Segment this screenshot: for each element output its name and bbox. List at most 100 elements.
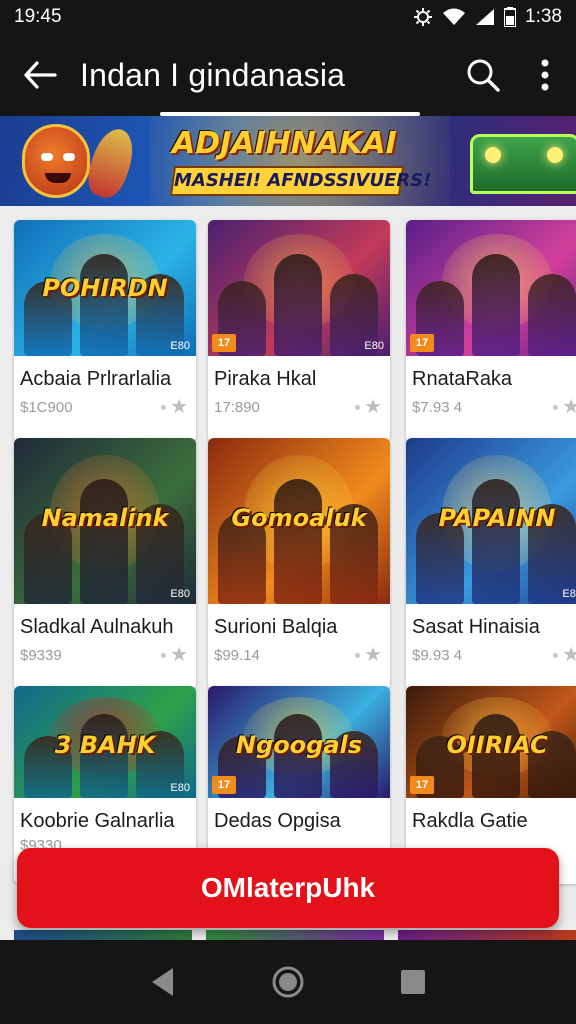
app-card-artwork: Ngoogals 17 <box>208 686 390 798</box>
app-card-title: Dedas Opgisa <box>214 810 341 832</box>
app-card-price: $9.93 4 <box>412 646 463 664</box>
mascot-image <box>22 124 90 198</box>
nav-home-button[interactable] <box>258 952 318 1012</box>
star-icon[interactable]: ★ <box>170 645 188 665</box>
app-card-title: Piraka Hkal <box>214 368 317 390</box>
app-card[interactable]: PAPAINN E80 Sasat Hinaisia $9.93 4 ★ <box>406 438 576 690</box>
app-card-logo-text: 3 BAHK <box>54 730 156 759</box>
wifi-icon <box>442 8 466 26</box>
system-nav-bar <box>0 940 576 1024</box>
app-card-art-count: E80 <box>170 340 190 352</box>
app-card-title: Surioni Balqia <box>214 616 338 638</box>
nav-back-button[interactable] <box>133 952 193 1012</box>
nav-recents-square-icon <box>401 970 426 994</box>
arrow-left-icon <box>24 61 57 89</box>
settings-gear-icon <box>413 7 433 27</box>
character-figure <box>472 254 520 356</box>
app-card-artwork: PAPAINN E80 <box>406 438 576 604</box>
character-figure <box>274 479 322 604</box>
status-time-right: 1:38 <box>525 6 562 27</box>
app-card-artwork: OIIRIAC 17 <box>406 686 576 798</box>
app-grid: POHIRDN E80 Acbaia Prlrarlalia $1C900 ★ 17 E80… <box>0 206 576 940</box>
app-card-art-count: E80 <box>562 588 576 600</box>
app-card-artwork: 3 BAHK E80 <box>14 686 196 798</box>
character-figure <box>80 479 128 604</box>
install-button[interactable]: OMlaterpUhk <box>17 848 559 928</box>
rating-group: ★ <box>355 397 382 417</box>
app-card-price: $9339 <box>20 646 62 664</box>
status-icons: 1:38 <box>413 6 562 28</box>
app-card-title: Acbaia Prlrarlalia <box>20 368 172 390</box>
star-icon[interactable]: ★ <box>364 397 382 417</box>
star-icon[interactable]: ★ <box>364 645 382 665</box>
app-card-logo-text: Ngoogals <box>235 730 363 759</box>
app-card-logo-text: POHIRDN <box>42 274 168 303</box>
app-card-price: $1C900 <box>20 398 73 416</box>
app-card-title: RnataRaka <box>412 368 513 390</box>
overflow-menu-button[interactable] <box>514 40 576 110</box>
back-button[interactable] <box>0 40 80 110</box>
screen: 19:45 1:38 Indan I gindanasia ADJAIHNAKA… <box>0 0 576 1024</box>
app-card-title: Sladkal Aulnakuh <box>20 616 174 638</box>
app-card-artwork: 17 E80 <box>208 220 390 356</box>
app-card-price: 17:890 <box>214 398 260 416</box>
app-card-badge: 17 <box>410 334 434 352</box>
nav-back-triangle-icon <box>151 968 173 996</box>
more-vert-icon <box>541 59 549 91</box>
flame-graphic <box>82 123 140 203</box>
app-card-artwork: POHIRDN E80 <box>14 220 196 356</box>
search-icon <box>467 59 500 92</box>
app-card-title: Sasat Hinaisia <box>412 616 540 638</box>
dot-icon <box>553 652 559 658</box>
rating-group: ★ <box>161 397 188 417</box>
app-card[interactable]: 17 E80 Piraka Hkal 17:890 ★ <box>208 220 390 442</box>
app-card-title: Rakdla Gatie <box>412 810 528 832</box>
nav-recents-button[interactable] <box>383 952 443 1012</box>
search-button[interactable] <box>452 40 514 110</box>
app-card-meta: $99.14 ★ <box>208 639 390 665</box>
star-icon[interactable]: ★ <box>562 645 576 665</box>
dot-icon <box>355 652 361 658</box>
star-icon[interactable]: ★ <box>170 397 188 417</box>
app-card-price: $7.93 4 <box>412 398 463 416</box>
app-card[interactable]: 17 RnataRaka $7.93 4 ★ <box>406 220 576 442</box>
app-card-art-count: E80 <box>364 340 384 352</box>
app-card-meta: $7.93 4 ★ <box>406 391 576 417</box>
truck-graphic <box>470 134 576 194</box>
app-card-meta: $9.93 4 ★ <box>406 639 576 665</box>
app-card[interactable]: POHIRDN E80 Acbaia Prlrarlalia $1C900 ★ <box>14 220 196 442</box>
app-card-meta: $9339 ★ <box>14 639 196 665</box>
dot-icon <box>161 652 167 658</box>
app-card[interactable]: Gomoaluk Surioni Balqia $99.14 ★ <box>208 438 390 690</box>
app-card-badge: 17 <box>212 776 236 794</box>
dot-icon <box>553 404 559 410</box>
nav-home-circle-icon <box>272 966 304 998</box>
app-card-logo-text: Gomoaluk <box>231 504 367 533</box>
app-card-art-count: E80 <box>170 588 190 600</box>
banner-subline: MASHEI! AFNDSSIVUERS! <box>174 170 432 191</box>
star-icon[interactable]: ★ <box>562 397 576 417</box>
rating-group: ★ <box>161 645 188 665</box>
app-card-badge: 17 <box>212 334 236 352</box>
app-card-artwork: 17 <box>406 220 576 356</box>
app-card-meta: $1C900 ★ <box>14 391 196 417</box>
banner-headline: ADJAIHNAKAI <box>172 126 397 161</box>
promo-banner[interactable]: ADJAIHNAKAI MASHEI! AFNDSSIVUERS! <box>0 116 576 206</box>
character-figure <box>80 254 128 356</box>
app-card-price: $99.14 <box>214 646 260 664</box>
app-card[interactable]: Namalink E80 Sladkal Aulnakuh $9339 ★ <box>14 438 196 690</box>
app-card-meta: 17:890 ★ <box>208 391 390 417</box>
status-time: 19:45 <box>14 6 62 27</box>
page-title: Indan I gindanasia <box>80 56 346 93</box>
signal-icon <box>475 8 495 26</box>
status-bar: 19:45 1:38 <box>0 0 576 34</box>
character-figure <box>274 254 322 356</box>
character-figure <box>472 479 520 604</box>
dot-icon <box>355 404 361 410</box>
app-card-logo-text: PAPAINN <box>438 504 556 533</box>
app-card-artwork: Gomoaluk <box>208 438 390 604</box>
app-card-logo-text: OIIRIAC <box>446 730 548 759</box>
rating-group: ★ <box>553 397 576 417</box>
app-card-badge: 17 <box>410 776 434 794</box>
character-figure <box>528 274 576 356</box>
